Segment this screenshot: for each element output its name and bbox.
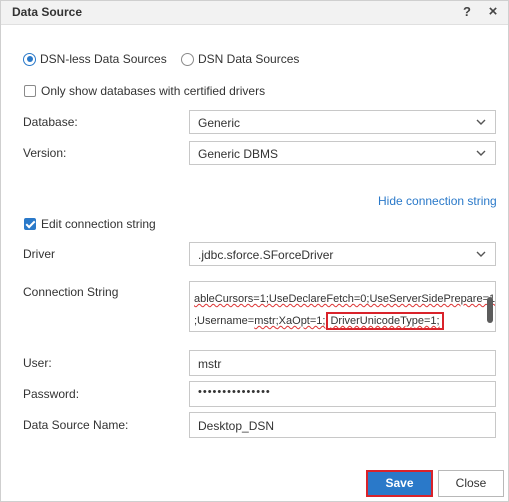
radio-dsn-button[interactable] — [181, 52, 194, 66]
radio-dsn-less-button[interactable] — [23, 52, 36, 66]
database-select[interactable]: Generic — [189, 110, 496, 134]
user-value: mstr — [198, 357, 222, 371]
close-icon[interactable]: × — [485, 3, 501, 21]
connection-string-scrollbar[interactable] — [487, 297, 493, 323]
connection-string-line-1-text: ableCursors=1;UseDeclareFetch=0;UseServe… — [194, 293, 496, 305]
password-label: Password: — [23, 387, 80, 401]
certified-only-label: Only show databases with certified drive… — [41, 84, 266, 98]
driver-value: .jdbc.sforce.SForceDriver — [198, 248, 334, 262]
connection-string-line-1: ableCursors=1;UseDeclareFetch=0;UseServe… — [194, 293, 495, 305]
version-select[interactable]: Generic DBMS — [189, 141, 496, 165]
connection-string-textarea[interactable]: ableCursors=1;UseDeclareFetch=0;UseServe… — [189, 281, 496, 332]
version-value: Generic DBMS — [198, 147, 279, 161]
certified-only-checkbox-row[interactable]: Only show databases with certified drive… — [24, 83, 265, 99]
close-button[interactable]: Close — [438, 470, 504, 497]
driver-label: Driver — [23, 247, 55, 261]
database-value: Generic — [198, 116, 241, 130]
chevron-down-icon — [476, 119, 486, 125]
radio-dsn-label: DSN Data Sources — [198, 52, 300, 66]
chevron-down-icon — [476, 251, 486, 257]
connection-string-line-2-user: mstr — [254, 315, 276, 327]
dialog-titlebar: Data Source ? × — [1, 1, 508, 25]
driver-select[interactable]: .jdbc.sforce.SForceDriver — [189, 242, 496, 266]
connection-string-line-2: ;Username=mstr;XaOpt=1; DriverUnicodeType… — [194, 312, 444, 330]
radio-dsn-less[interactable]: DSN-less Data Sources — [23, 51, 167, 67]
dialog-title: Data Source — [12, 5, 83, 19]
connection-string-highlight: DriverUnicodeType=1; — [326, 312, 444, 330]
save-button[interactable]: Save — [366, 470, 433, 497]
hide-connection-string-link[interactable]: Hide connection string — [378, 194, 497, 208]
data-source-name-label: Data Source Name: — [23, 418, 129, 432]
data-source-dialog: Data Source ? × DSN-less Data Sources DS… — [0, 0, 509, 502]
password-input[interactable]: ••••••••••••••• — [189, 381, 496, 407]
password-value: ••••••••••••••• — [198, 386, 271, 398]
user-label: User: — [23, 356, 52, 370]
connection-string-line-2-prefix: ;Username= — [194, 315, 255, 327]
connection-string-label: Connection String — [23, 285, 119, 299]
radio-dsn[interactable]: DSN Data Sources — [181, 51, 299, 67]
edit-connection-string-label: Edit connection string — [41, 217, 156, 231]
connection-string-line-2-mid: ;XaOpt=1; — [275, 315, 326, 327]
user-input[interactable]: mstr — [189, 350, 496, 376]
edit-connection-string-checkbox[interactable] — [24, 218, 36, 230]
edit-connection-string-row[interactable]: Edit connection string — [24, 216, 156, 232]
certified-only-checkbox[interactable] — [24, 85, 36, 97]
data-source-name-value: Desktop_DSN — [198, 419, 275, 433]
chevron-down-icon — [476, 150, 486, 156]
database-label: Database: — [23, 115, 78, 129]
data-source-name-input[interactable]: Desktop_DSN — [189, 412, 496, 438]
version-label: Version: — [23, 146, 67, 160]
radio-dsn-less-label: DSN-less Data Sources — [40, 52, 167, 66]
help-icon[interactable]: ? — [459, 3, 475, 21]
